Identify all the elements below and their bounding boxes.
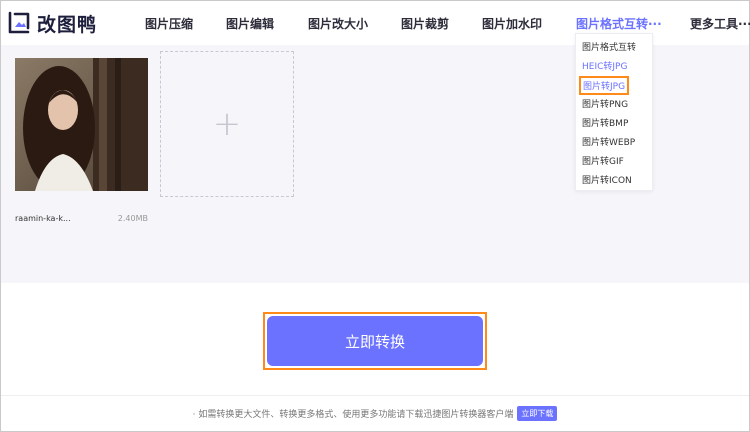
download-notice: · 如需转换更大文件、转换更多格式、使用更多功能请下载迅捷图片转换器客户端 立即… (1, 396, 749, 431)
nav-item-resize[interactable]: 图片改大小 (308, 15, 368, 32)
file-card[interactable]: raamin-ka-k... 2.40MB (15, 58, 148, 236)
nav-item-crop[interactable]: 图片裁剪 (401, 15, 449, 32)
file-name: raamin-ka-k... (15, 214, 71, 223)
nav-item-watermark[interactable]: 图片加水印 (482, 15, 542, 32)
dropdown-item-to-icon[interactable]: 图片转ICON (582, 173, 632, 186)
notice-text: · 如需转换更大文件、转换更多格式、使用更多功能请下载迅捷图片转换器客户端 (192, 410, 514, 420)
plus-icon: + (212, 104, 242, 144)
format-convert-dropdown: 图片格式互转 HEIC转JPG 图片转JPG 图片转PNG 图片转BMP 图片转… (575, 33, 653, 191)
file-thumbnail (15, 58, 148, 191)
nav-item-edit[interactable]: 图片编辑 (226, 15, 274, 32)
dropdown-item-to-bmp[interactable]: 图片转BMP (582, 116, 628, 129)
dropdown-item-format-convert[interactable]: 图片格式互转 (582, 40, 636, 53)
dropdown-item-to-jpg[interactable]: 图片转JPG (579, 76, 630, 95)
dropdown-item-to-gif[interactable]: 图片转GIF (582, 154, 624, 167)
file-size: 2.40MB (117, 214, 148, 223)
nav-item-format-convert[interactable]: 图片格式互转··· (576, 15, 662, 32)
download-now-button[interactable]: 立即下载 (517, 406, 558, 421)
nav-item-more-tools[interactable]: 更多工具··· (690, 15, 750, 32)
add-file-button[interactable]: + (160, 51, 294, 197)
nav-item-compress[interactable]: 图片压缩 (145, 15, 193, 32)
convert-now-button[interactable]: 立即转换 (267, 316, 483, 366)
dropdown-item-heic-to-jpg[interactable]: HEIC转JPG (582, 59, 627, 72)
dropdown-item-to-webp[interactable]: 图片转WEBP (582, 135, 635, 148)
dropdown-item-to-png[interactable]: 图片转PNG (582, 97, 628, 110)
